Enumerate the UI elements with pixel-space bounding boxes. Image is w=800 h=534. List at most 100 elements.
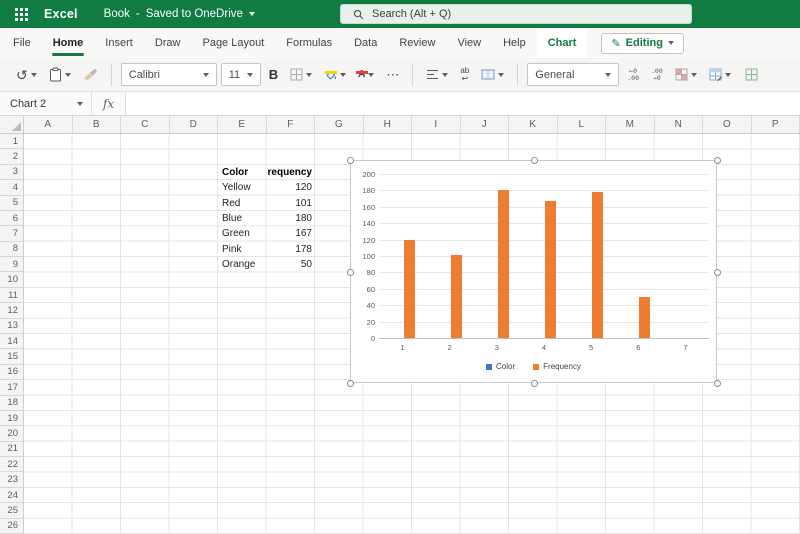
column-header-K[interactable]: K — [509, 116, 558, 134]
bar-category-1[interactable] — [403, 239, 415, 338]
fill-color-button[interactable] — [320, 62, 350, 88]
cell-frequency-blue[interactable]: 180 — [267, 211, 316, 226]
name-box[interactable]: Chart 2 — [0, 92, 92, 115]
row-header-10[interactable]: 10 — [0, 272, 23, 288]
formula-input[interactable] — [126, 92, 800, 115]
tab-insert[interactable]: Insert — [94, 28, 144, 58]
column-header-H[interactable]: H — [363, 116, 412, 134]
row-header-26[interactable]: 26 — [0, 519, 23, 534]
cell-frequency-orange[interactable]: 50 — [267, 257, 316, 272]
cell-color-pink[interactable]: Pink — [218, 242, 267, 257]
undo-button[interactable]: ↺ — [12, 62, 41, 88]
row-header-3[interactable]: 3 — [0, 165, 23, 181]
row-header-2[interactable]: 2 — [0, 149, 23, 165]
row-header-18[interactable]: 18 — [0, 396, 23, 411]
row-header-13[interactable]: 13 — [0, 319, 23, 334]
row-header-24[interactable]: 24 — [0, 488, 23, 504]
column-header-G[interactable]: G — [315, 116, 364, 134]
bar-category-6[interactable] — [639, 297, 651, 338]
column-header-F[interactable]: F — [266, 116, 315, 134]
column-header-A[interactable]: A — [24, 116, 73, 134]
selection-handle[interactable] — [714, 157, 721, 164]
insert-function-button[interactable]: fx — [92, 92, 126, 115]
bold-button[interactable]: B — [265, 62, 282, 88]
column-header-I[interactable]: I — [412, 116, 461, 134]
row-header-23[interactable]: 23 — [0, 472, 23, 488]
column-header-C[interactable]: C — [121, 116, 170, 134]
row-header-15[interactable]: 15 — [0, 349, 23, 365]
cell-color-red[interactable]: Red — [218, 196, 267, 211]
decrease-decimal-button[interactable]: .00 →0 — [647, 62, 667, 88]
font-color-button[interactable]: A — [354, 62, 378, 88]
column-header-L[interactable]: L — [557, 116, 606, 134]
tab-chart[interactable]: Chart — [536, 28, 588, 58]
row-header-4[interactable]: 4 — [0, 180, 23, 196]
row-header-7[interactable]: 7 — [0, 226, 23, 242]
cell-color-header[interactable]: Color — [218, 165, 267, 180]
selection-handle[interactable] — [347, 380, 354, 387]
tab-file[interactable]: File — [2, 28, 42, 58]
row-header-6[interactable]: 6 — [0, 211, 23, 227]
format-painter-button[interactable] — [79, 62, 102, 88]
selection-handle[interactable] — [714, 268, 721, 276]
column-header-P[interactable]: P — [751, 116, 800, 134]
cell-frequency-header[interactable]: Frequency — [267, 165, 316, 180]
row-header-8[interactable]: 8 — [0, 242, 23, 258]
row-header-17[interactable]: 17 — [0, 380, 23, 396]
column-header-B[interactable]: B — [72, 116, 121, 134]
tab-formulas[interactable]: Formulas — [275, 28, 343, 58]
row-header-11[interactable]: 11 — [0, 288, 23, 304]
tab-view[interactable]: View — [446, 28, 492, 58]
chart-object[interactable]: 0 20 40 60 80 100 120 140 160 180 200 1 2 3 4 5 6 7 Color F… — [347, 157, 721, 387]
cell-color-orange[interactable]: Orange — [218, 257, 267, 272]
conditional-formatting-button[interactable] — [671, 62, 701, 88]
column-header-N[interactable]: N — [654, 116, 703, 134]
column-header-O[interactable]: O — [703, 116, 752, 134]
font-size-select[interactable]: 11 — [220, 63, 261, 86]
selection-handle[interactable] — [530, 157, 538, 164]
merge-center-button[interactable] — [477, 62, 508, 88]
row-header-5[interactable]: 5 — [0, 196, 23, 211]
tab-page-layout[interactable]: Page Layout — [191, 28, 275, 58]
row-header-19[interactable]: 19 — [0, 411, 23, 427]
format-as-table-button[interactable] — [705, 62, 735, 88]
column-header-D[interactable]: D — [169, 116, 218, 134]
cell-frequency-red[interactable]: 101 — [267, 196, 316, 211]
increase-decimal-button[interactable]: ←0 .00 — [623, 62, 643, 88]
bar-category-4[interactable] — [545, 201, 556, 338]
alignment-button[interactable] — [422, 62, 452, 88]
bar-category-3[interactable] — [497, 190, 509, 338]
wrap-text-button[interactable]: ab ↩ — [456, 62, 473, 88]
app-launcher-icon[interactable] — [8, 0, 34, 28]
insert-cells-button[interactable] — [741, 62, 762, 88]
cell-color-blue[interactable]: Blue — [218, 211, 267, 226]
cell-frequency-green[interactable]: 167 — [267, 226, 316, 241]
borders-button[interactable] — [286, 62, 316, 88]
cell-frequency-yellow[interactable]: 120 — [267, 180, 316, 195]
selection-handle[interactable] — [714, 380, 721, 387]
column-header-E[interactable]: E — [218, 116, 267, 134]
tab-help[interactable]: Help — [492, 28, 537, 58]
row-header-9[interactable]: 9 — [0, 257, 23, 273]
cell-color-yellow[interactable]: Yellow — [218, 180, 267, 195]
paste-button[interactable] — [45, 62, 75, 88]
row-header-25[interactable]: 25 — [0, 503, 23, 519]
row-header-22[interactable]: 22 — [0, 457, 23, 473]
row-header-14[interactable]: 14 — [0, 334, 23, 350]
cell-color-green[interactable]: Green — [218, 226, 267, 241]
column-header-M[interactable]: M — [606, 116, 655, 134]
tab-home[interactable]: Home — [42, 28, 95, 58]
row-header-12[interactable]: 12 — [0, 303, 23, 319]
row-header-21[interactable]: 21 — [0, 442, 23, 458]
tab-review[interactable]: Review — [388, 28, 446, 58]
row-header-1[interactable]: 1 — [0, 134, 23, 150]
tab-data[interactable]: Data — [343, 28, 388, 58]
bar-category-2[interactable] — [450, 255, 462, 338]
number-format-select[interactable]: General — [527, 63, 620, 86]
selection-handle[interactable] — [530, 380, 538, 387]
bar-category-5[interactable] — [592, 192, 604, 338]
row-header-20[interactable]: 20 — [0, 426, 23, 442]
document-title[interactable]: Book - Saved to OneDrive — [104, 8, 255, 20]
more-formatting-button[interactable]: ⋯ — [382, 62, 403, 88]
selection-handle[interactable] — [347, 268, 354, 276]
